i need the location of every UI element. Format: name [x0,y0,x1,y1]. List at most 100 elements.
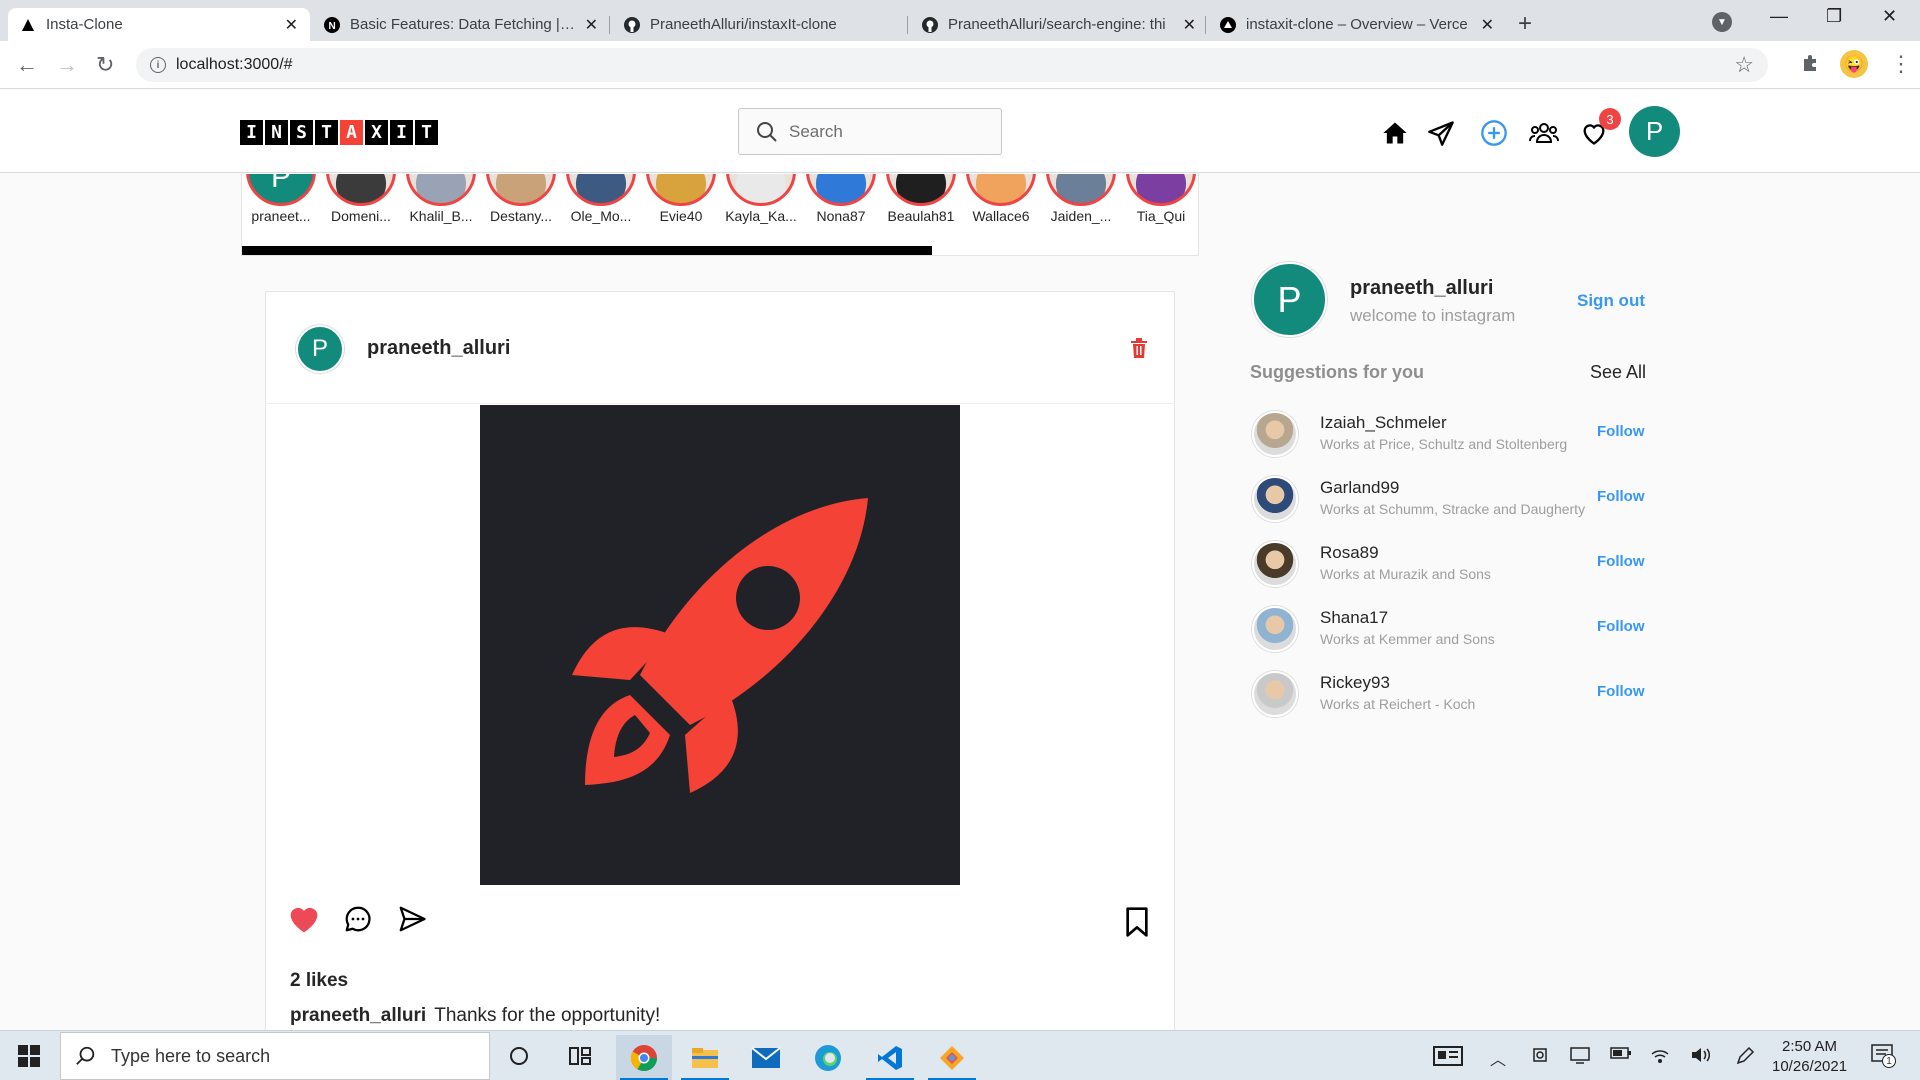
forward-icon[interactable]: → [56,52,78,78]
suggestion-work: Works at Price, Schultz and Stoltenberg [1320,436,1568,452]
see-all-button[interactable]: See All [1590,362,1646,383]
story-name: Kayla_Ka... [725,208,797,224]
follow-button[interactable]: Follow [1597,683,1645,700]
story-avatar[interactable] [966,174,1036,206]
back-icon[interactable]: ← [16,52,38,78]
caption-username[interactable]: praneeth_alluri [290,1005,426,1026]
suggestion-avatar[interactable] [1252,541,1298,587]
browser-tab-insta-clone[interactable]: Insta-Clone ✕ [8,8,310,41]
story-avatar[interactable] [406,174,476,206]
restore-icon[interactable]: ❐ [1826,6,1842,27]
home-icon[interactable] [1380,118,1410,148]
suggestion-username[interactable]: Izaiah_Schmeler [1320,413,1447,433]
trash-icon[interactable] [1130,338,1148,363]
windows-start-icon[interactable] [18,1041,40,1071]
suggestion-username[interactable]: Shana17 [1320,608,1388,628]
volume-icon[interactable] [1690,1046,1712,1069]
heart-icon[interactable]: 3 [1579,108,1621,148]
browser-tab-instaxit-repo[interactable]: PraneethAlluri/instaxIt-clone [612,8,910,41]
paper-plane-icon[interactable] [1426,118,1456,148]
close-icon[interactable]: ✕ [1183,15,1196,35]
cortana-icon[interactable] [508,1041,530,1071]
chrome-menu-icon[interactable]: ⋮ [1890,51,1912,77]
story-avatar[interactable]: P [246,174,316,206]
story-avatar[interactable] [326,174,396,206]
wifi-icon[interactable] [1650,1046,1670,1069]
story-avatar[interactable] [1126,174,1196,206]
vscode-icon[interactable] [862,1035,918,1080]
sidebar-avatar[interactable]: P [1252,262,1327,337]
task-view-icon[interactable] [568,1041,592,1071]
story-initial: P [270,174,291,194]
story-avatar[interactable] [566,174,636,206]
like-heart-icon[interactable] [288,904,320,939]
display-icon[interactable] [1570,1046,1590,1069]
people-icon[interactable] [1529,118,1559,148]
close-icon[interactable]: ✕ [285,15,298,35]
suggestion-username[interactable]: Rickey93 [1320,673,1390,693]
git-kraken-icon[interactable] [924,1035,980,1080]
meet-now-icon[interactable] [1532,1046,1550,1069]
logo[interactable]: INSTAXIT [240,120,440,145]
new-tab-icon[interactable]: + [1518,10,1532,38]
post-avatar[interactable]: P [296,325,344,373]
suggestion-username[interactable]: Rosa89 [1320,543,1379,563]
add-post-icon[interactable] [1479,118,1509,148]
chevron-up-icon[interactable]: ︿ [1490,1046,1506,1070]
follow-button[interactable]: Follow [1597,553,1645,570]
tab-search-icon[interactable]: ▼ [1712,12,1732,32]
suggestion-avatar[interactable] [1252,606,1298,652]
follow-button[interactable]: Follow [1597,423,1645,440]
suggestion-avatar[interactable] [1252,476,1298,522]
story-avatar[interactable] [886,174,956,206]
story-avatar[interactable] [486,174,556,206]
story-avatar[interactable] [1046,174,1116,206]
taskbar-search[interactable]: Type here to search [60,1032,490,1080]
pen-icon[interactable] [1735,1046,1755,1071]
suggestion-avatar[interactable] [1252,671,1298,717]
star-icon[interactable]: ☆ [1734,52,1754,78]
story-avatar[interactable] [646,174,716,206]
minimize-icon[interactable]: — [1770,6,1788,27]
extensions-icon[interactable] [1800,53,1820,79]
logo-letter: X [365,120,388,145]
follow-button[interactable]: Follow [1597,488,1645,505]
browser-tab-data-fetching[interactable]: N Basic Features: Data Fetching | Ne ✕ [312,8,610,41]
info-icon[interactable]: i [150,57,166,73]
post-username[interactable]: praneeth_alluri [367,337,510,360]
search-box[interactable] [738,108,1002,155]
nextjs-icon: N [324,16,340,33]
battery-icon[interactable] [1610,1046,1632,1065]
post-image[interactable] [480,405,960,885]
chrome-app-icon[interactable] [616,1035,672,1080]
suggestion-username[interactable]: Garland99 [1320,478,1399,498]
edge-icon[interactable] [800,1035,856,1080]
browser-tab-vercel[interactable]: instaxit-clone – Overview – Verce ✕ [1208,8,1506,41]
avatar[interactable]: P [1629,106,1680,157]
share-icon[interactable] [396,904,428,939]
sidebar-username[interactable]: praneeth_alluri [1350,277,1493,300]
stories-scrollbar[interactable] [242,246,932,255]
close-window-icon[interactable]: ✕ [1882,6,1897,27]
suggestion-avatar[interactable] [1252,411,1298,457]
mail-icon[interactable] [738,1035,794,1080]
story-avatar[interactable] [806,174,876,206]
file-explorer-icon[interactable] [677,1035,733,1080]
story-avatar[interactable] [726,174,796,206]
follow-button[interactable]: Follow [1597,618,1645,635]
search-input[interactable] [789,121,979,142]
profile-emoji-icon[interactable]: 😜 [1840,50,1868,78]
news-icon[interactable] [1433,1041,1463,1071]
browser-tab-search-engine[interactable]: PraneethAlluri/search-engine: thi ✕ [910,8,1208,41]
action-center-icon[interactable]: 1 [1870,1042,1896,1073]
close-icon[interactable]: ✕ [585,15,598,35]
story-name: Wallace6 [972,208,1030,224]
bookmark-icon[interactable] [1123,906,1151,943]
reload-icon[interactable]: ↻ [96,52,114,78]
address-bar[interactable]: i localhost:3000/# ☆ [136,48,1768,82]
clock[interactable]: 2:50 AM 10/26/2021 [1772,1037,1847,1077]
sign-out-button[interactable]: Sign out [1577,291,1645,311]
close-icon[interactable]: ✕ [1481,15,1494,35]
suggestion-row: Izaiah_Schmeler Works at Price, Schultz a… [1250,411,1650,461]
comment-icon[interactable] [342,904,374,939]
